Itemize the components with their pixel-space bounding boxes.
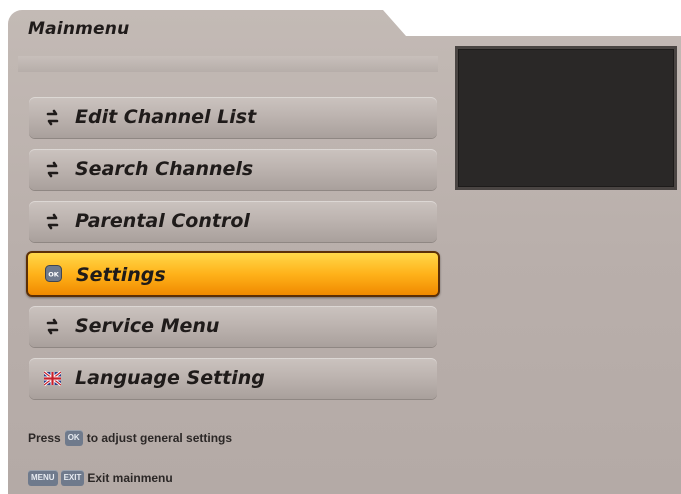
arrow-swap-icon	[46, 318, 59, 335]
ok-key-icon: OK	[64, 430, 83, 446]
arrow-swap-icon	[46, 161, 59, 178]
hint-prefix: Press	[28, 431, 61, 445]
footer: MENU EXIT Exit mainmenu	[28, 470, 173, 486]
svg-text:OK: OK	[48, 271, 60, 279]
menu-item-label: Service Menu	[75, 315, 220, 337]
divider	[18, 56, 438, 72]
menu-item-service-menu[interactable]: Service Menu	[29, 306, 437, 347]
page-title: Mainmenu	[28, 19, 130, 39]
menu-item-label: Parental Control	[75, 210, 250, 232]
help-hint: Press OK to adjust general settings	[28, 430, 232, 446]
menu-list: Edit Channel List Search Channels Parent…	[26, 97, 440, 410]
menu-item-label: Edit Channel List	[75, 106, 257, 128]
exit-key-icon[interactable]: EXIT	[60, 470, 85, 486]
menu-item-settings[interactable]: OK Settings	[26, 251, 440, 297]
hint-suffix: to adjust general settings	[86, 431, 233, 445]
menu-item-search-channels[interactable]: Search Channels	[29, 149, 437, 190]
menu-key-icon[interactable]: MENU	[28, 470, 58, 486]
menu-item-edit-channel-list[interactable]: Edit Channel List	[29, 97, 437, 138]
menu-item-language-setting[interactable]: Language Setting	[29, 358, 437, 399]
video-preview	[455, 46, 677, 190]
menu-item-label: Search Channels	[75, 158, 254, 180]
menu-item-parental-control[interactable]: Parental Control	[29, 201, 437, 242]
uk-flag-icon	[44, 370, 61, 387]
ok-icon: OK	[45, 265, 62, 282]
menu-item-label: Language Setting	[75, 367, 265, 389]
arrow-swap-icon	[46, 109, 59, 126]
menu-item-label: Settings	[76, 264, 166, 286]
exit-label: Exit mainmenu	[87, 471, 173, 485]
arrow-swap-icon	[46, 213, 59, 230]
